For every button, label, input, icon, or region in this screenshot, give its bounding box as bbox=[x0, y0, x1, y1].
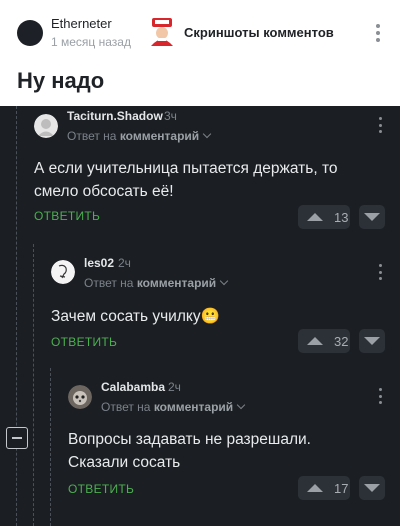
chevron-down-icon bbox=[219, 276, 229, 286]
reply-button[interactable]: ОТВЕТИТЬ bbox=[68, 482, 134, 496]
comment-time: 2ч bbox=[168, 380, 181, 394]
comment-text: Вопросы задавать не разрешали. Сказали с… bbox=[68, 431, 311, 471]
thread-line bbox=[33, 244, 34, 526]
comment-username[interactable]: Taciturn.Shadow bbox=[67, 109, 163, 123]
reply-prefix: Ответ на bbox=[84, 276, 134, 290]
downvote-button[interactable] bbox=[359, 476, 385, 500]
comment-time: 3ч bbox=[164, 109, 177, 123]
reply-button[interactable]: ОТВЕТИТЬ bbox=[34, 209, 100, 223]
arrow-up-icon bbox=[307, 484, 323, 492]
arrow-up-icon bbox=[307, 337, 323, 345]
upvote-button[interactable]: 17 bbox=[298, 476, 350, 500]
chevron-down-icon bbox=[236, 400, 246, 410]
comment-text: А если учительница пытается держать, то … bbox=[34, 160, 338, 200]
grimace-emoji-icon: 😬 bbox=[200, 308, 220, 325]
comment-text-body: Зачем сосать училку bbox=[51, 308, 201, 325]
reply-target[interactable]: комментарий bbox=[154, 400, 233, 414]
comment-username[interactable]: les02 bbox=[84, 256, 114, 270]
upvote-button[interactable]: 13 bbox=[298, 205, 350, 229]
reply-target[interactable]: комментарий bbox=[137, 276, 216, 290]
comment-username[interactable]: Calabamba bbox=[101, 380, 165, 394]
author-name[interactable]: Etherneter bbox=[51, 16, 112, 31]
post-menu-icon[interactable] bbox=[372, 24, 384, 42]
comment-time: 2ч bbox=[118, 256, 131, 270]
downvote-button[interactable] bbox=[359, 329, 385, 353]
post-header: Etherneter 1 месяц назад Скриншоты комме… bbox=[0, 0, 400, 106]
downvote-button[interactable] bbox=[359, 205, 385, 229]
arrow-down-icon bbox=[364, 213, 380, 221]
reply-target[interactable]: комментарий bbox=[120, 129, 199, 143]
arrow-down-icon bbox=[364, 484, 380, 492]
user-avatar[interactable] bbox=[51, 260, 75, 284]
user-avatar[interactable] bbox=[68, 385, 92, 409]
author-avatar[interactable] bbox=[17, 20, 43, 46]
collapse-thread-button[interactable] bbox=[6, 427, 28, 449]
community-name[interactable]: Скриншоты комментов bbox=[184, 25, 334, 40]
reply-to[interactable]: Ответ на комментарий bbox=[67, 129, 212, 143]
thread-line bbox=[50, 368, 51, 526]
reply-prefix: Ответ на bbox=[67, 129, 117, 143]
comment-menu-icon[interactable] bbox=[375, 388, 385, 404]
upvote-button[interactable]: 32 bbox=[298, 329, 350, 353]
rating-count: 13 bbox=[334, 209, 349, 225]
thread-line bbox=[16, 106, 17, 526]
chevron-down-icon bbox=[202, 129, 212, 139]
comment-menu-icon[interactable] bbox=[375, 117, 385, 133]
reply-to[interactable]: Ответ на комментарий bbox=[84, 276, 229, 290]
arrow-up-icon bbox=[307, 213, 323, 221]
reply-to[interactable]: Ответ на комментарий bbox=[101, 400, 246, 414]
post-title[interactable]: Ну надо bbox=[17, 68, 104, 94]
reply-button[interactable]: ОТВЕТИТЬ bbox=[51, 335, 117, 349]
rating-count: 17 bbox=[334, 480, 349, 496]
user-avatar[interactable] bbox=[34, 114, 58, 138]
comment-menu-icon[interactable] bbox=[375, 264, 385, 280]
comments-thread: Taciturn.Shadow 3ч Ответ на комментарий … bbox=[0, 106, 400, 526]
comment-text: Зачем сосать училку😬 bbox=[51, 305, 381, 328]
post-time: 1 месяц назад bbox=[51, 35, 131, 49]
rating-count: 32 bbox=[334, 333, 349, 349]
arrow-down-icon bbox=[364, 337, 380, 345]
community-avatar[interactable] bbox=[149, 18, 175, 46]
reply-prefix: Ответ на bbox=[101, 400, 151, 414]
